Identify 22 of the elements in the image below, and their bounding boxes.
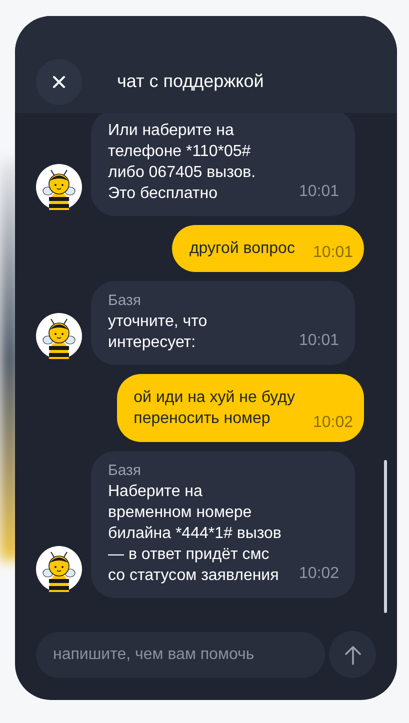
- sender-name: Базя: [108, 461, 142, 481]
- message-time: 10:01: [312, 243, 353, 263]
- message-text: уточните, что интересует:: [108, 312, 208, 353]
- message-time: 10:02: [312, 413, 353, 433]
- bee-avatar-icon: [36, 313, 82, 359]
- message-text: ой иди на хуй не буду переносить номер: [134, 388, 295, 429]
- message-time: 10:01: [298, 182, 339, 202]
- message-text: Или наберите на телефоне *110*05# либо 067405 вызов. Это бесплатно: [108, 121, 256, 204]
- message-text: Наберите на временном номере билайна *444*1# вызов — в ответ придёт смс со статусом заявления: [108, 482, 282, 586]
- message-input[interactable]: напишите, чем вам помочь: [36, 632, 325, 678]
- close-icon: [53, 76, 65, 88]
- message-time: 10:02: [298, 564, 339, 584]
- chat-title: чат с поддержкой: [117, 70, 264, 93]
- send-button[interactable]: [329, 631, 376, 678]
- sender-name: Базя: [108, 291, 142, 311]
- bee-avatar-icon: [36, 546, 82, 592]
- bee-avatar-icon: [36, 164, 82, 210]
- message-time: 10:01: [298, 331, 339, 351]
- scrollbar[interactable]: [384, 460, 387, 613]
- arrow-up-icon: [344, 644, 360, 664]
- message-text: другой вопрос: [189, 239, 295, 259]
- close-button[interactable]: [36, 58, 82, 104]
